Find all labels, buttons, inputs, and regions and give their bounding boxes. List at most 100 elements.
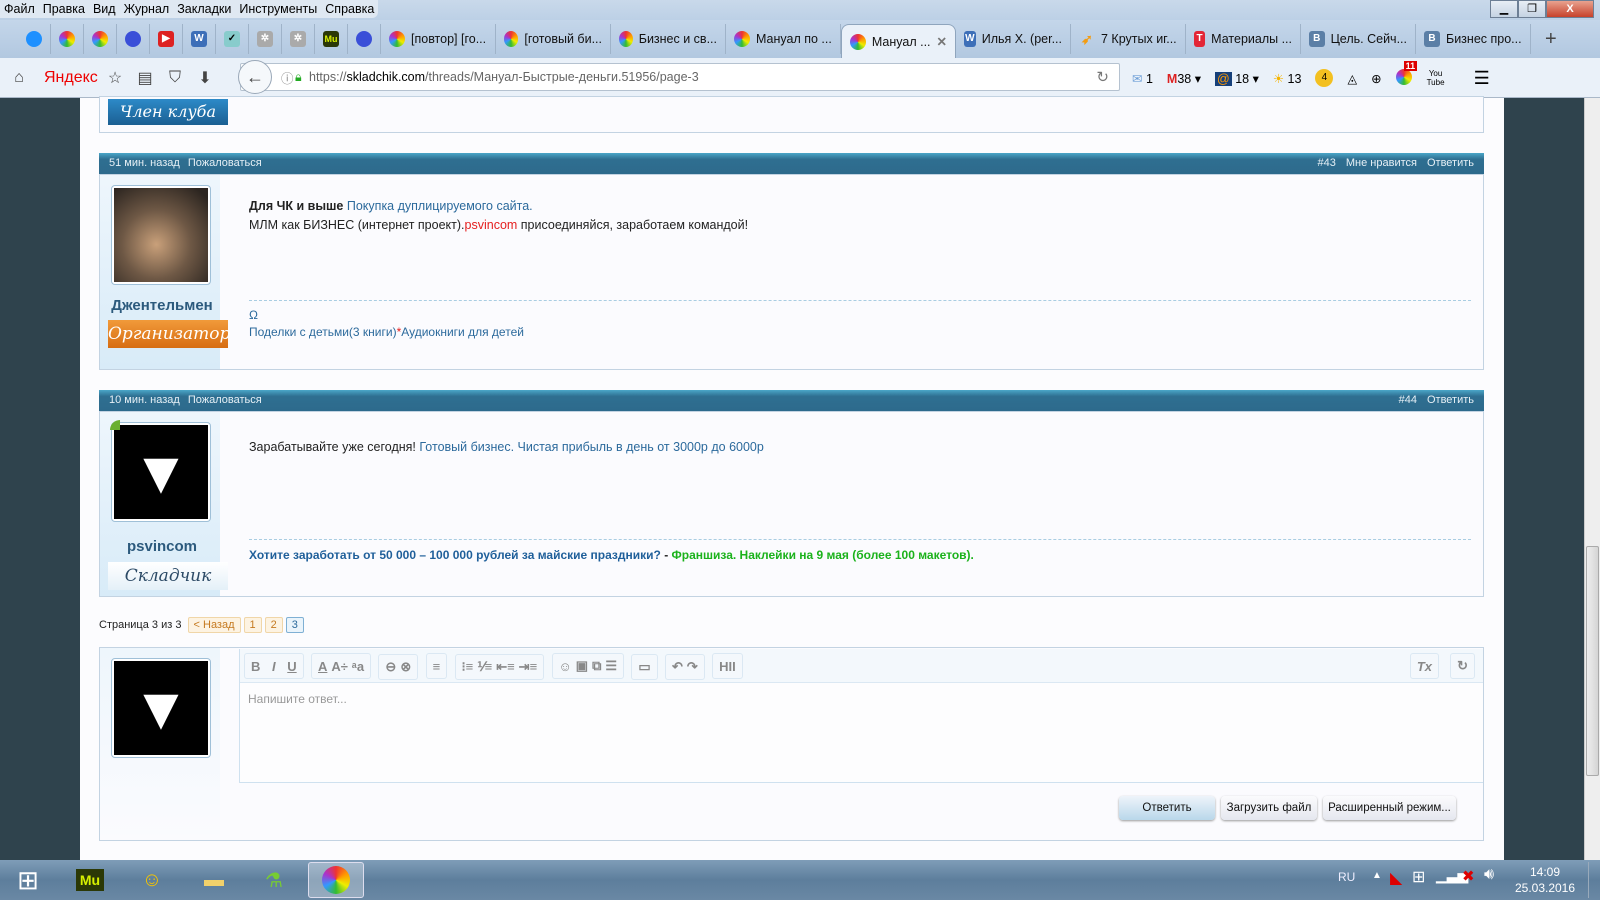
- taskbar-muse[interactable]: Mu: [62, 862, 118, 898]
- badge-icon[interactable]: 4: [1315, 69, 1334, 87]
- report-link[interactable]: Пожаловаться: [188, 157, 262, 169]
- reply-submit-button[interactable]: Ответить: [1119, 796, 1215, 820]
- pinned-tab[interactable]: [348, 24, 381, 54]
- language-indicator[interactable]: RU: [1338, 870, 1355, 884]
- home-icon[interactable]: ⌂: [4, 69, 34, 87]
- like-link[interactable]: Мне нравится: [1346, 157, 1417, 169]
- pinned-tab[interactable]: ✲: [249, 24, 282, 54]
- avatar[interactable]: [111, 185, 211, 285]
- page-button[interactable]: 1: [243, 617, 262, 633]
- font-family-button[interactable]: ᵃa: [352, 659, 364, 674]
- media-button[interactable]: ⧉: [592, 658, 601, 674]
- show-desktop-button[interactable]: [1588, 862, 1600, 898]
- pocket-icon[interactable]: ⛉: [160, 69, 190, 87]
- volume-icon[interactable]: 🔊︎: [1484, 866, 1494, 884]
- windows-icon[interactable]: ⊞: [1412, 867, 1425, 887]
- back-button[interactable]: ←: [238, 60, 272, 94]
- font-color-button[interactable]: A: [318, 659, 327, 674]
- pinned-tab[interactable]: [117, 24, 150, 54]
- upload-file-button[interactable]: Загрузить файл: [1221, 796, 1317, 820]
- redo-button[interactable]: ↷: [687, 659, 698, 675]
- reply-textarea[interactable]: Напишите ответ...: [240, 683, 1483, 781]
- youtube-icon[interactable]: You Tube: [1426, 69, 1446, 87]
- save-draft-button[interactable]: ▭: [631, 653, 658, 680]
- underline-button[interactable]: U: [287, 659, 296, 674]
- reply-link[interactable]: Ответить: [1427, 394, 1474, 406]
- menu-file[interactable]: Файл: [0, 0, 39, 18]
- indent-button[interactable]: ⇥≡: [519, 659, 537, 675]
- menu-tools[interactable]: Инструменты: [235, 0, 321, 18]
- close-button[interactable]: X: [1546, 0, 1594, 18]
- page-button-current[interactable]: 3: [285, 617, 304, 633]
- taskbar-firefox[interactable]: [308, 862, 364, 898]
- tab[interactable]: [готовый би...: [496, 24, 611, 54]
- start-button[interactable]: ⊞: [0, 862, 56, 898]
- post-time[interactable]: 10 мин. назад: [109, 394, 180, 406]
- message-link[interactable]: Готовый бизнес. Чистая прибыль в день от…: [419, 440, 763, 454]
- minimize-button[interactable]: ▁: [1490, 0, 1518, 18]
- image-button[interactable]: ▣: [576, 658, 588, 674]
- clock[interactable]: 14:09 25.03.2016: [1510, 864, 1580, 896]
- menu-help[interactable]: Справка: [321, 0, 378, 18]
- numbered-list-button[interactable]: ⅟≡: [477, 659, 492, 675]
- italic-button[interactable]: I: [272, 659, 276, 674]
- pinned-tab[interactable]: [18, 24, 51, 54]
- username[interactable]: Джентельмен: [100, 297, 224, 314]
- menu-history[interactable]: Журнал: [120, 0, 174, 18]
- taskbar-messenger[interactable]: ☺: [124, 862, 180, 898]
- url-input[interactable]: ⓘ 🔒︎ https://skladchik.com/threads/Мануа…: [240, 63, 1120, 91]
- close-tab-icon[interactable]: ✕: [937, 34, 947, 49]
- download-icon[interactable]: ⬇: [190, 68, 220, 88]
- avatar[interactable]: ▼: [111, 422, 211, 522]
- alice-icon[interactable]: ◬: [1347, 71, 1357, 86]
- new-tab-button[interactable]: +: [1545, 28, 1557, 51]
- hamburger-menu-icon[interactable]: ☰: [1474, 68, 1490, 89]
- smilie-button[interactable]: ☺: [559, 659, 572, 674]
- pinned-tab[interactable]: [51, 24, 84, 54]
- post-number[interactable]: #43: [1318, 157, 1336, 169]
- signature-link[interactable]: Аудиокниги для детей: [401, 325, 524, 339]
- tab-active[interactable]: Мануал ... ✕: [841, 24, 956, 58]
- tray-expand-icon[interactable]: ▲: [1372, 870, 1382, 881]
- reload-icon[interactable]: ↻: [1096, 68, 1109, 86]
- advanced-mode-button[interactable]: Расширенный режим...: [1323, 796, 1456, 820]
- pinned-tab[interactable]: W: [183, 24, 216, 54]
- tab[interactable]: B Бизнес про...: [1416, 24, 1531, 54]
- page-button[interactable]: 2: [264, 617, 283, 633]
- signature-link[interactable]: Хотите заработать от 50 000 – 100 000 ру…: [249, 548, 661, 562]
- report-link[interactable]: Пожаловаться: [188, 394, 262, 406]
- post-time[interactable]: 51 мин. назад: [109, 157, 180, 169]
- tab[interactable]: W Илья Х. (per...: [956, 24, 1071, 54]
- notifications-button[interactable]: 11: [1395, 60, 1418, 88]
- message-link-red[interactable]: psvincom: [465, 218, 518, 232]
- mailru-button[interactable]: @ 18 ▾: [1215, 71, 1259, 86]
- bookmark-star-icon[interactable]: ☆: [100, 68, 130, 88]
- message-link[interactable]: Покупка дуплицируемого сайта.: [347, 199, 533, 213]
- tab[interactable]: B Цель. Сейч...: [1301, 24, 1416, 54]
- restore-button[interactable]: ❐: [1518, 0, 1546, 18]
- mail-button[interactable]: ✉ 1: [1132, 71, 1153, 86]
- taskbar-app[interactable]: ⚗: [246, 862, 302, 898]
- reading-list-icon[interactable]: ▤: [130, 68, 160, 88]
- link-button[interactable]: ⊖: [385, 659, 396, 675]
- signature-link[interactable]: Поделки с детьми(3 книги): [249, 325, 397, 339]
- reply-link[interactable]: Ответить: [1427, 157, 1474, 169]
- pinned-tab[interactable]: ✲: [282, 24, 315, 54]
- yandex-logo[interactable]: Яндекс: [44, 69, 100, 87]
- remove-format-button[interactable]: Tx: [1409, 653, 1439, 679]
- scrollbar-thumb[interactable]: [1586, 546, 1599, 776]
- bold-button[interactable]: B: [251, 659, 260, 674]
- outdent-button[interactable]: ⇤≡: [496, 659, 514, 675]
- menu-edit[interactable]: Правка: [39, 0, 89, 18]
- pinned-tab[interactable]: ✓: [216, 24, 249, 54]
- pinned-tab[interactable]: Mu: [315, 24, 348, 54]
- restore-draft-button[interactable]: ↻: [1450, 653, 1475, 679]
- unlink-button[interactable]: ⊗: [400, 659, 411, 675]
- info-icon[interactable]: ⓘ: [281, 68, 294, 87]
- prev-page-button[interactable]: < Назад: [187, 617, 241, 633]
- menu-view[interactable]: Вид: [89, 0, 120, 18]
- hide-button[interactable]: HII: [712, 653, 743, 679]
- tab[interactable]: [повтор] [го...: [381, 24, 496, 54]
- post-number[interactable]: #44: [1399, 394, 1417, 406]
- weather-button[interactable]: ☀ 13: [1273, 71, 1302, 86]
